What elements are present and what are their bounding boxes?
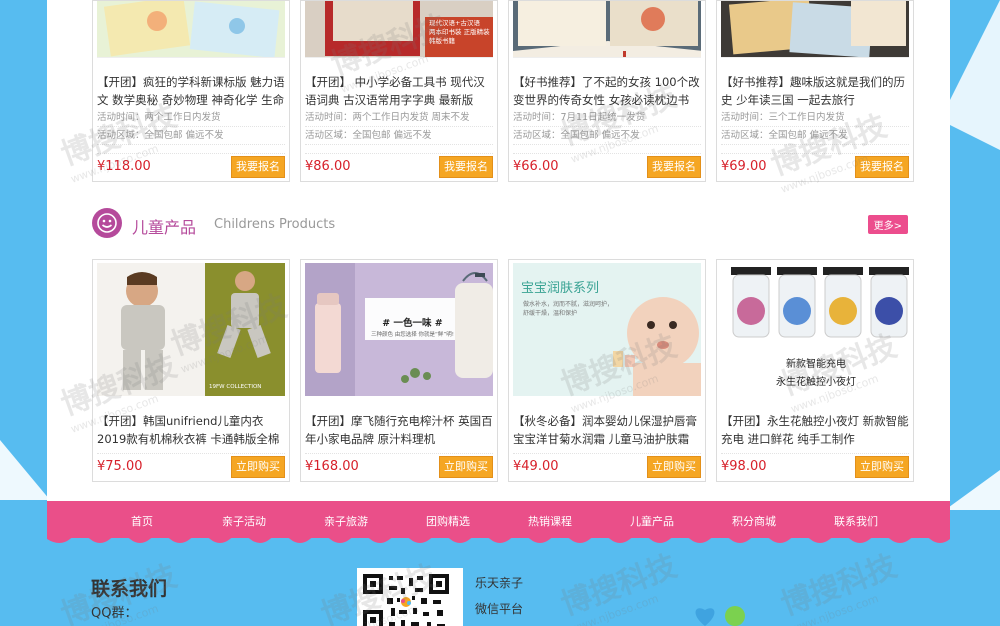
section-title: 儿童产品 xyxy=(132,218,197,237)
image-caption: 两本印书装 正版精装 xyxy=(429,28,490,36)
product-price: ¥69.00 xyxy=(721,159,767,174)
signup-button[interactable]: 我要报名 xyxy=(231,155,285,178)
section-header: 儿童产品 Childrens Products 更多> xyxy=(92,206,908,242)
product-area: 活动区域：全国包邮 偏远不发 xyxy=(305,127,493,145)
product-area: 活动区域：全国包邮 偏远不发 xyxy=(721,127,909,145)
product-price: ¥75.00 xyxy=(97,459,143,474)
kids-products-grid: 19FW COLLECTION 【开团】韩国unifriend儿童内衣 2019… xyxy=(92,259,914,482)
signup-button[interactable]: 我要报名 xyxy=(439,155,493,178)
book-products-grid: 【开团】疯狂的学科新课标版 魅力语文 数学奥秘 奇妙物理 神奇化学 生命科 活动… xyxy=(92,0,914,182)
product-area: 活动区域：全国包邮 偏远不发 xyxy=(513,127,701,145)
product-title[interactable]: 【开团】摩飞随行充电榨汁杯 英国百年小家电品牌 原汁料理机 xyxy=(301,412,497,448)
product-price: ¥168.00 xyxy=(305,459,359,474)
product-card[interactable]: 【开团】疯狂的学科新课标版 魅力语文 数学奥秘 奇妙物理 神奇化学 生命科 活动… xyxy=(92,0,290,182)
image-caption: 19FW COLLECTION xyxy=(209,384,262,390)
qq-group-label: QQ群： xyxy=(91,606,138,621)
product-image[interactable] xyxy=(721,1,909,58)
product-card[interactable]: 【好书推荐】了不起的女孩 100个改变世界的传奇女性 女孩必读枕边书 活动时间：… xyxy=(508,0,706,182)
product-title[interactable]: 【好书推荐】了不起的女孩 100个改变世界的传奇女性 女孩必读枕边书 xyxy=(509,73,705,109)
page-container: 【开团】疯狂的学科新课标版 魅力语文 数学奥秘 奇妙物理 神奇化学 生命科 活动… xyxy=(47,0,950,626)
product-image[interactable]: 新款智能充电 永生花触控小夜灯 xyxy=(721,263,909,396)
buy-now-button[interactable]: 立即购买 xyxy=(855,455,909,478)
wave-divider xyxy=(47,531,950,543)
product-time: 活动时间：三个工作日内发货 xyxy=(721,109,909,127)
image-caption: 舒缓干燥，温和保护 xyxy=(523,310,578,317)
image-caption: 三种颜色 由您选择 你就是“鲜”明! xyxy=(371,332,454,338)
footer: 联系我们 QQ群： 乐天亲子 微信平台 xyxy=(47,538,950,626)
buy-now-button[interactable]: 立即购买 xyxy=(439,455,493,478)
product-card[interactable]: 19FW COLLECTION 【开团】韩国unifriend儿童内衣 2019… xyxy=(92,259,290,482)
product-card[interactable]: 现代汉语+古汉语 两本印书装 正版精装 韩版书籍 【开团】 中小学必备工具书 现… xyxy=(300,0,498,182)
product-title[interactable]: 【秋冬必备】润本婴幼儿保湿护唇膏 宝宝洋甘菊水润霜 儿童马油护肤霜 xyxy=(509,412,705,448)
product-area: 活动区域：全国包邮 偏远不发 xyxy=(97,127,285,145)
product-time: 活动时间：7月11日起统一发货 xyxy=(513,109,701,127)
more-button[interactable]: 更多> xyxy=(867,215,908,234)
image-caption: 宝宝润肤系列 xyxy=(521,281,600,296)
product-title[interactable]: 【开团】永生花触控小夜灯 新款智能充电 进口鲜花 纯手工制作 xyxy=(717,412,913,448)
image-caption: 做水补水，润而不腻，滋润呵护， xyxy=(523,301,614,308)
product-image[interactable] xyxy=(513,1,701,58)
smiley-icon xyxy=(92,208,122,238)
product-title[interactable]: 【开团】 中小学必备工具书 现代汉语词典 古汉语常用字字典 最新版 xyxy=(301,73,497,109)
qr-code xyxy=(357,568,463,626)
balloons-icon xyxy=(695,606,745,626)
image-caption: 永生花触控小夜灯 xyxy=(776,377,856,388)
image-caption: 现代汉语+古汉语 xyxy=(429,19,480,27)
contact-title: 联系我们 xyxy=(91,578,168,600)
product-card[interactable]: 新款智能充电 永生花触控小夜灯 【开团】永生花触控小夜灯 新款智能充电 进口鲜花… xyxy=(716,259,914,482)
brand-subtitle: 微信平台 xyxy=(475,602,524,616)
qr-code-icon xyxy=(361,572,451,626)
buy-now-button[interactable]: 立即购买 xyxy=(231,455,285,478)
product-image[interactable]: 19FW COLLECTION xyxy=(97,263,285,396)
buy-now-button[interactable]: 立即购买 xyxy=(647,455,701,478)
product-price: ¥66.00 xyxy=(513,159,559,174)
background-decoration xyxy=(945,470,1000,510)
product-image[interactable]: # 一色一味 # 三种颜色 由您选择 你就是“鲜”明! xyxy=(305,263,493,396)
product-card[interactable]: 宝宝润肤系列 做水补水，润而不腻，滋润呵护， 舒缓干燥，温和保护 【秋冬必备】润… xyxy=(508,259,706,482)
section-subtitle: Childrens Products xyxy=(214,217,336,232)
image-caption: 新款智能充电 xyxy=(786,359,846,370)
product-price: ¥98.00 xyxy=(721,459,767,474)
brand-name: 乐天亲子 xyxy=(475,576,524,590)
image-caption: 韩版书籍 xyxy=(429,37,455,45)
product-time: 活动时间：两个工作日内发货 周末不发 xyxy=(305,109,493,127)
product-title[interactable]: 【开团】韩国unifriend儿童内衣 2019款有机棉秋衣裤 卡通韩版全棉套装 xyxy=(93,412,289,448)
product-price: ¥49.00 xyxy=(513,459,559,474)
product-title[interactable]: 【好书推荐】趣味版这就是我们的历史 少年读三国 一起去旅行 xyxy=(717,73,913,109)
signup-button[interactable]: 我要报名 xyxy=(647,155,701,178)
product-title[interactable]: 【开团】疯狂的学科新课标版 魅力语文 数学奥秘 奇妙物理 神奇化学 生命科 xyxy=(93,73,289,109)
product-image[interactable]: 宝宝润肤系列 做水补水，润而不腻，滋润呵护， 舒缓干燥，温和保护 xyxy=(513,263,701,396)
product-price: ¥118.00 xyxy=(97,159,151,174)
product-card[interactable]: 【好书推荐】趣味版这就是我们的历史 少年读三国 一起去旅行 活动时间：三个工作日… xyxy=(716,0,914,182)
image-caption: # 一色一味 # xyxy=(382,318,443,329)
signup-button[interactable]: 我要报名 xyxy=(855,155,909,178)
product-time: 活动时间：两个工作日内发货 xyxy=(97,109,285,127)
product-card[interactable]: # 一色一味 # 三种颜色 由您选择 你就是“鲜”明! 【开团】摩飞随行充电榨汁… xyxy=(300,259,498,482)
product-price: ¥86.00 xyxy=(305,159,351,174)
background-decoration xyxy=(0,440,50,500)
product-image[interactable]: 现代汉语+古汉语 两本印书装 正版精装 韩版书籍 xyxy=(305,1,493,58)
product-image[interactable] xyxy=(97,1,285,58)
